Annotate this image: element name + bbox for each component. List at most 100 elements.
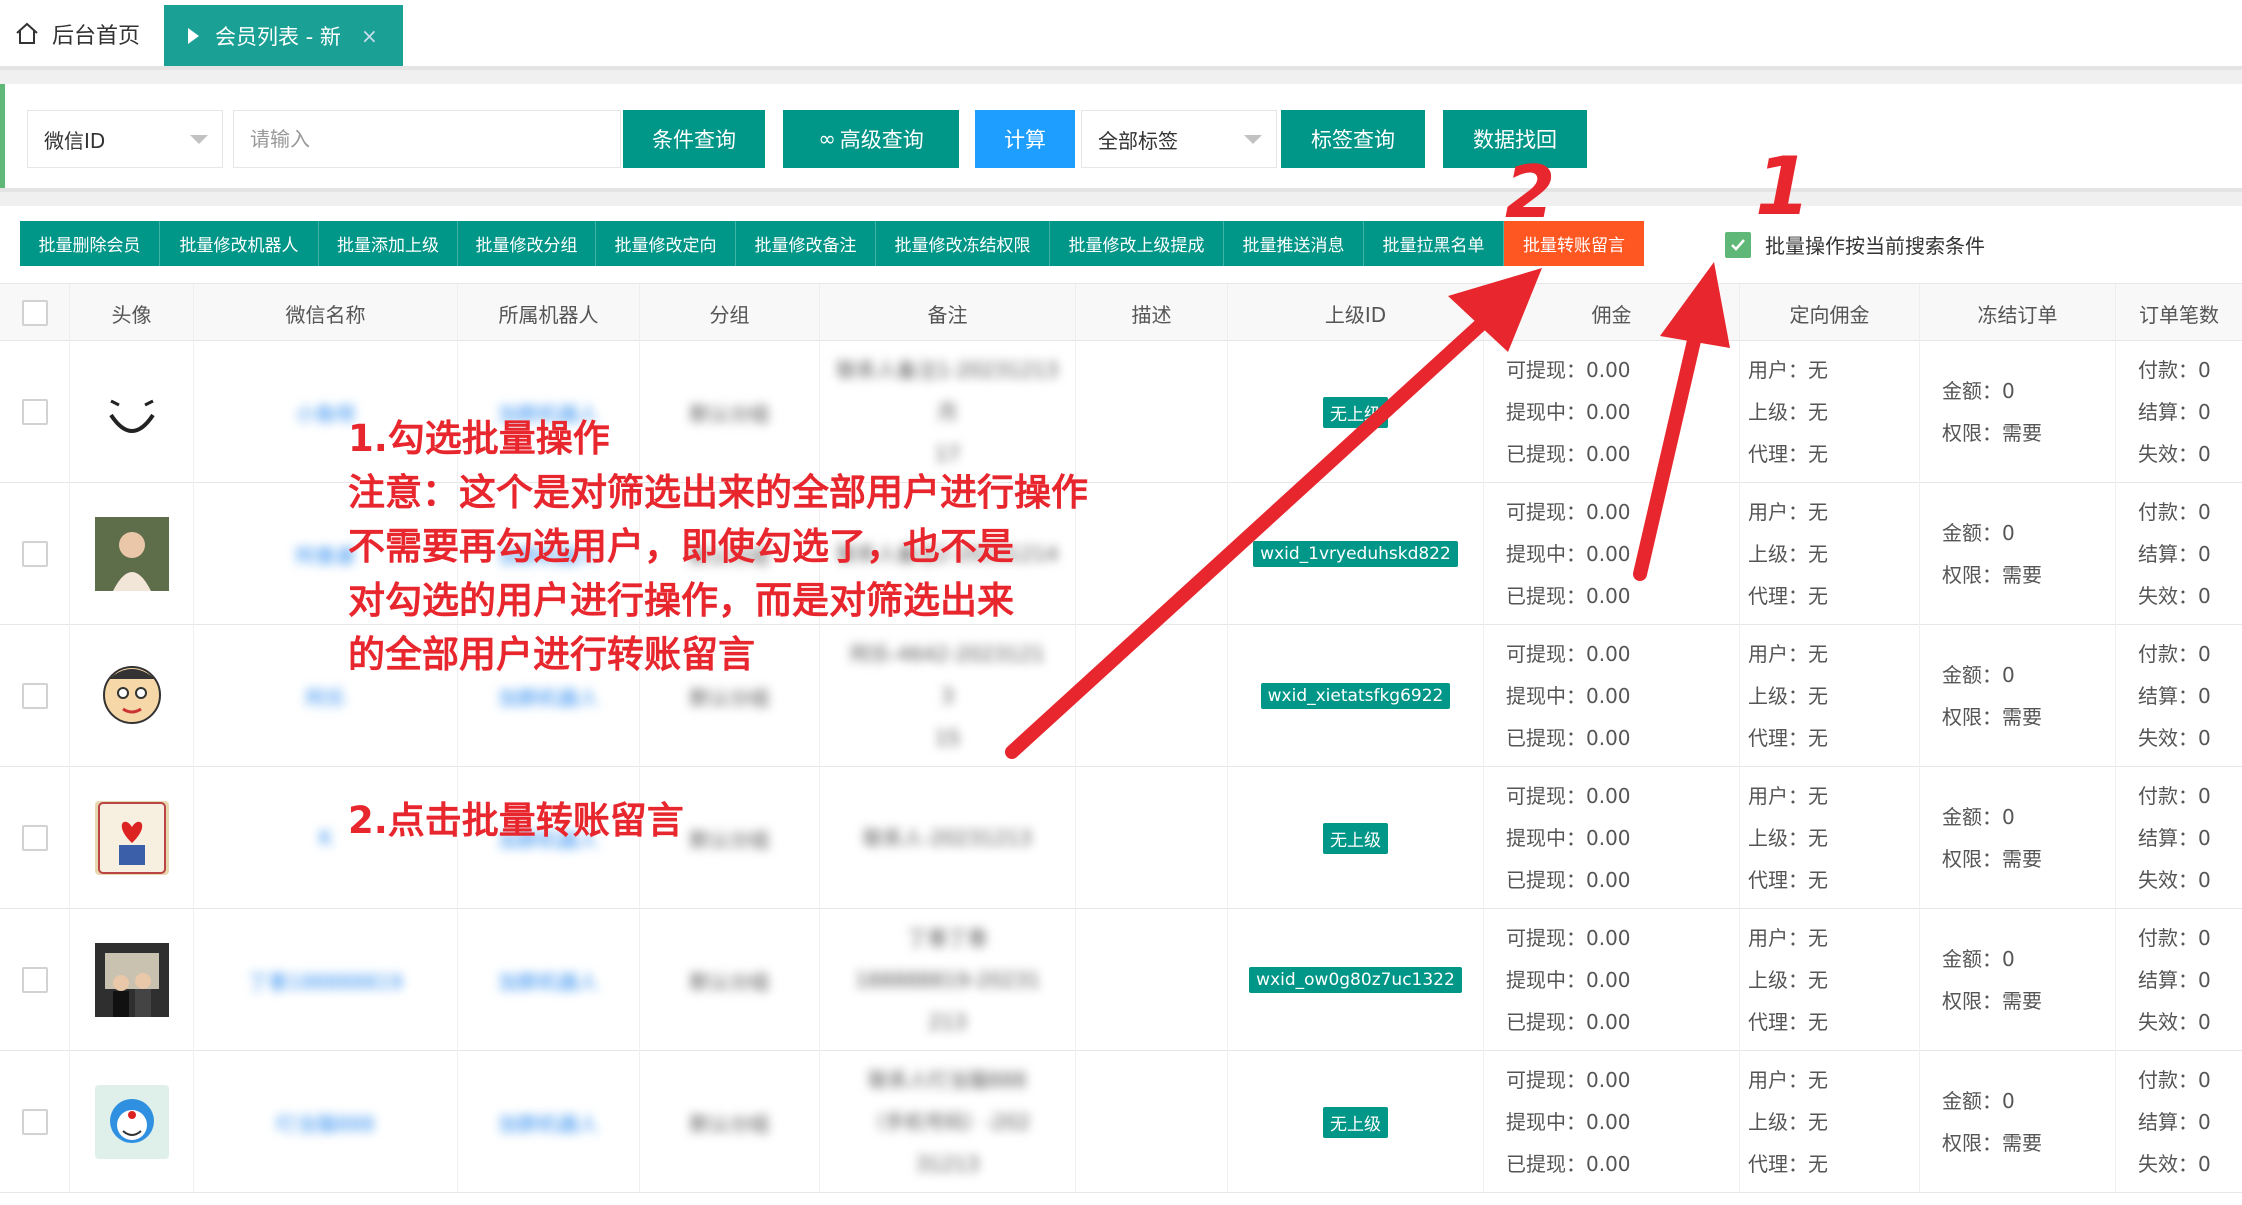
- field-select[interactable]: 微信ID: [27, 110, 223, 168]
- avatar: [94, 1085, 169, 1159]
- column-header: 佣金: [1484, 284, 1740, 342]
- wechat-name-cell: 叮当猫888: [194, 1051, 458, 1193]
- divider: [0, 66, 2242, 84]
- directed-line: 代理：无: [1748, 1152, 1828, 1176]
- directed-line: 用户：无: [1748, 500, 1828, 524]
- commission-line: 可提现：0.00: [1506, 1068, 1631, 1092]
- order-count-cell: 付款：0 结算：0 失效：0: [2116, 767, 2242, 909]
- row-checkbox[interactable]: [21, 683, 48, 709]
- directed-commission-cell: 用户：无 上级：无 代理：无: [1740, 767, 1920, 909]
- column-header: 定向佣金: [1740, 284, 1920, 342]
- wechat-name-link[interactable]: 小鱼呀: [296, 398, 356, 427]
- remark-line: 联系人备注2-20231214: [836, 542, 1059, 566]
- directed-line: 用户：无: [1748, 784, 1828, 808]
- commission-line: 已提现：0.00: [1506, 1152, 1631, 1176]
- order-line: 付款：0: [2138, 358, 2211, 382]
- batch-direction-button[interactable]: 批量修改定向: [596, 221, 736, 266]
- robot-link[interactable]: 加群机器人: [499, 540, 599, 569]
- tab-member-list[interactable]: 会员列表 - 新 ×: [164, 5, 403, 66]
- commission-cell: 可提现：0.00 提现中：0.00 已提现：0.00: [1484, 483, 1740, 625]
- robot-link[interactable]: 加群机器人: [499, 824, 599, 853]
- order-line: 结算：0: [2138, 826, 2211, 850]
- batch-transfer-message-button[interactable]: 批量转账留言: [1504, 221, 1644, 266]
- search-input[interactable]: [233, 110, 621, 168]
- batch-robot-button[interactable]: 批量修改机器人: [160, 221, 319, 266]
- wechat-name-link[interactable]: 叮当猫888: [276, 1108, 374, 1137]
- tag-select[interactable]: 全部标签: [1081, 110, 1277, 168]
- wechat-name-link[interactable]: K: [319, 826, 332, 850]
- data-recover-button[interactable]: 数据找回: [1443, 110, 1587, 168]
- tag-query-button[interactable]: 标签查询: [1281, 110, 1425, 168]
- order-line: 付款：0: [2138, 1068, 2211, 1092]
- calculate-button[interactable]: 计算: [975, 110, 1075, 168]
- wechat-name-link[interactable]: 丁香188888819: [248, 966, 403, 995]
- avatar: [94, 659, 169, 733]
- avatar-cell: [70, 767, 194, 909]
- wechat-name-link[interactable]: 阿乐: [306, 682, 346, 711]
- parent-id-tag: 无上级: [1323, 396, 1388, 428]
- batch-delete-button[interactable]: 批量删除会员: [20, 221, 160, 266]
- table-row: 叮当猫888 加群机器人 默认分组 联系人叮当猫888 （手机号码）-202 31213 无…: [0, 1051, 2242, 1193]
- commission-line: 提现中：0.00: [1506, 400, 1631, 424]
- order-count-cell: 付款：0 结算：0 失效：0: [2116, 625, 2242, 767]
- frozen-line: 金额：0: [1942, 805, 2015, 829]
- condition-query-button[interactable]: 条件查询: [623, 110, 765, 168]
- description-cell: [1076, 909, 1228, 1051]
- table-row: 丁香188888819 加群机器人 默认分组 丁香丁香 188888819-20231 2…: [0, 909, 2242, 1051]
- select-all-checkbox[interactable]: [21, 300, 48, 326]
- close-icon[interactable]: ×: [361, 24, 378, 48]
- remark-line: 月: [937, 400, 958, 424]
- robot-link[interactable]: 加群机器人: [499, 398, 599, 427]
- robot-link[interactable]: 加群机器人: [499, 1108, 599, 1137]
- row-checkbox[interactable]: [21, 825, 48, 851]
- batch-remark-button[interactable]: 批量修改备注: [736, 221, 876, 266]
- avatar-cell: [70, 909, 194, 1051]
- batch-push-button[interactable]: 批量推送消息: [1224, 221, 1364, 266]
- wechat-name-link[interactable]: 阿香婆: [296, 540, 356, 569]
- commission-line: 已提现：0.00: [1506, 584, 1631, 608]
- commission-line: 提现中：0.00: [1506, 1110, 1631, 1134]
- row-select-cell: [0, 483, 70, 625]
- group-cell: 默认分组: [640, 483, 820, 625]
- order-line: 结算：0: [2138, 400, 2211, 424]
- commission-line: 已提现：0.00: [1506, 1010, 1631, 1034]
- order-line: 结算：0: [2138, 968, 2211, 992]
- order-count-cell: 付款：0 结算：0 失效：0: [2116, 909, 2242, 1051]
- robot-link[interactable]: 加群机器人: [499, 682, 599, 711]
- wechat-name-cell: 阿香婆: [194, 483, 458, 625]
- row-checkbox[interactable]: [21, 399, 48, 425]
- advanced-query-button[interactable]: ∞ 高级查询: [783, 110, 959, 168]
- tab-home-label: 后台首页: [52, 24, 141, 49]
- tab-home[interactable]: 后台首页: [14, 14, 140, 54]
- batch-by-search-toggle[interactable]: 批量操作按当前搜索条件: [1725, 230, 1985, 259]
- commission-cell: 可提现：0.00 提现中：0.00 已提现：0.00: [1484, 1051, 1740, 1193]
- commission-line: 提现中：0.00: [1506, 542, 1631, 566]
- parent-id-cell: wxid_ow0g80z7uc1322: [1228, 909, 1484, 1051]
- remark-line: 31213: [915, 1152, 980, 1176]
- parent-id-cell: 无上级: [1228, 341, 1484, 483]
- directed-line: 用户：无: [1748, 358, 1828, 382]
- batch-freeze-button[interactable]: 批量修改冻结权限: [876, 221, 1050, 266]
- commission-line: 可提现：0.00: [1506, 358, 1631, 382]
- batch-add-parent-button[interactable]: 批量添加上级: [319, 221, 458, 266]
- directed-commission-cell: 用户：无 上级：无 代理：无: [1740, 625, 1920, 767]
- select-all-cell: [0, 284, 70, 342]
- robot-cell: 加群机器人: [458, 1051, 640, 1193]
- batch-blacklist-button[interactable]: 批量拉黑名单: [1364, 221, 1504, 266]
- robot-link[interactable]: 加群机器人: [499, 966, 599, 995]
- row-checkbox[interactable]: [21, 1109, 48, 1135]
- avatar-cell: [70, 625, 194, 767]
- batch-group-button[interactable]: 批量修改分组: [458, 221, 596, 266]
- group-value: 默认分组: [689, 685, 770, 710]
- parent-id-tag: wxid_1vryeduhskd822: [1253, 541, 1458, 567]
- batch-commission-button[interactable]: 批量修改上级提成: [1050, 221, 1224, 266]
- row-checkbox[interactable]: [21, 541, 48, 567]
- order-line: 付款：0: [2138, 784, 2211, 808]
- directed-line: 上级：无: [1748, 1110, 1828, 1134]
- wechat-name-cell: K: [194, 767, 458, 909]
- checkbox-checked-icon[interactable]: [1725, 231, 1751, 258]
- remark-line: 联系人备注1-20231213: [836, 358, 1059, 382]
- row-checkbox[interactable]: [21, 967, 48, 993]
- avatar-cell: [70, 483, 194, 625]
- column-header: 头像: [70, 284, 194, 342]
